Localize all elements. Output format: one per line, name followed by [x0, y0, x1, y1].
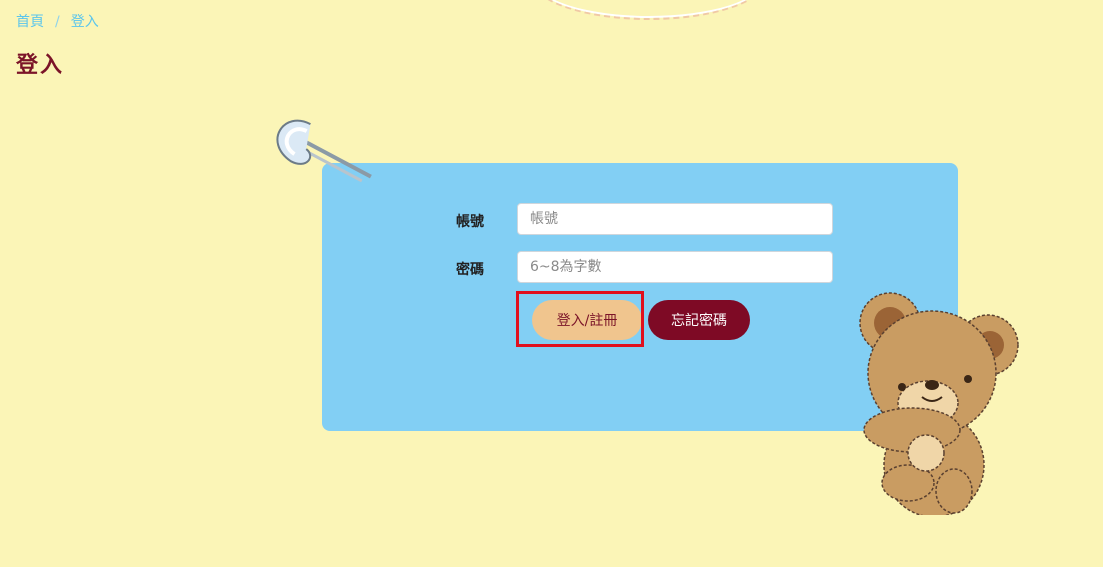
account-input[interactable]	[517, 203, 833, 235]
password-input[interactable]	[517, 251, 833, 283]
breadcrumb: 首頁 / 登入	[16, 11, 99, 31]
page-title: 登入	[16, 53, 65, 78]
password-label: 密碼	[456, 262, 484, 278]
breadcrumb-home-link[interactable]: 首頁	[16, 11, 44, 31]
account-label: 帳號	[456, 214, 484, 230]
forgot-password-button[interactable]: 忘記密碼	[648, 300, 750, 340]
safety-pin-icon	[276, 119, 372, 183]
breadcrumb-current: 登入	[70, 14, 99, 30]
breadcrumb-separator: /	[55, 14, 60, 30]
teddy-bear-icon	[859, 292, 1019, 515]
top-decoration	[532, 0, 766, 20]
highlight-box	[516, 291, 644, 347]
